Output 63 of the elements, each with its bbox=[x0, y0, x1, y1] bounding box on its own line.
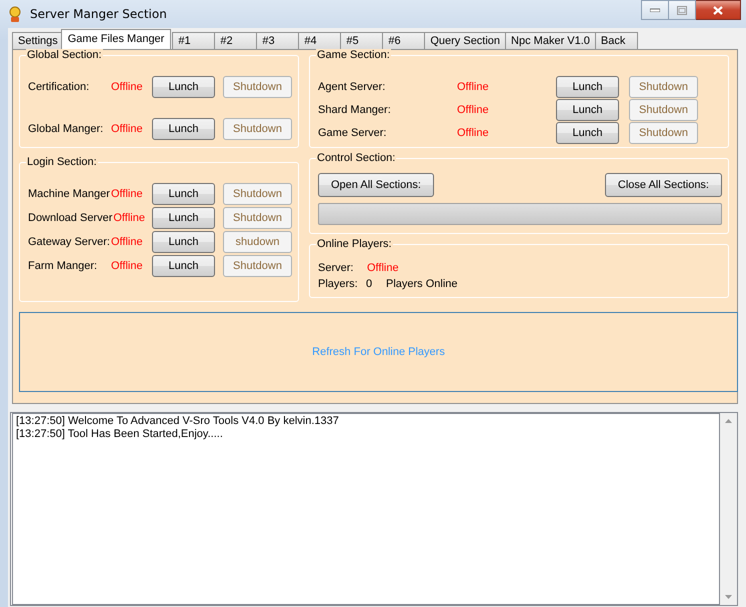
launch-button[interactable]: Lunch bbox=[152, 183, 215, 205]
scroll-down-icon[interactable] bbox=[725, 595, 732, 599]
tab[interactable]: Back bbox=[594, 32, 638, 49]
server-name: Farm Manger: bbox=[28, 260, 98, 272]
scroll-up-icon[interactable] bbox=[725, 419, 732, 423]
launch-button[interactable]: Lunch bbox=[556, 76, 619, 98]
app-icon bbox=[8, 6, 22, 22]
status-text: Offline bbox=[457, 127, 489, 139]
group-title: Online Players: bbox=[316, 238, 393, 250]
status-text: Offline bbox=[457, 104, 489, 116]
server-name: Machine Manger bbox=[28, 188, 110, 200]
status-text: Offline bbox=[111, 260, 143, 272]
server-label: Server: bbox=[318, 262, 354, 274]
minimize-button[interactable] bbox=[641, 0, 669, 20]
group-title: Game Section: bbox=[316, 49, 391, 61]
minimize-icon bbox=[650, 8, 660, 12]
tab[interactable]: #3 bbox=[256, 32, 300, 49]
group-title: Global Section: bbox=[26, 49, 103, 61]
status-text: Offline bbox=[111, 123, 143, 135]
close-button[interactable] bbox=[696, 0, 741, 20]
tab[interactable]: #5 bbox=[340, 32, 384, 49]
tab[interactable]: #4 bbox=[298, 32, 342, 49]
status-text: Offline bbox=[111, 236, 143, 248]
players-online-label: Players Online bbox=[386, 278, 458, 290]
launch-button[interactable]: Lunch bbox=[152, 76, 215, 98]
log-line: [13:27:50] Tool Has Been Started,Enjoy..... bbox=[16, 428, 224, 441]
server-name: Certification: bbox=[28, 81, 90, 93]
close-icon bbox=[713, 6, 723, 14]
status-text: Offline bbox=[457, 81, 489, 93]
launch-button[interactable]: Lunch bbox=[556, 99, 619, 121]
status-text: Offline bbox=[111, 188, 143, 200]
log-line: [13:27:50] Welcome To Advanced V-Sro Tools V4.0 By kelvin.1337 bbox=[16, 415, 340, 428]
tab[interactable]: #1 bbox=[172, 32, 216, 49]
launch-button[interactable]: Lunch bbox=[556, 122, 619, 144]
server-name: Agent Server: bbox=[318, 81, 386, 93]
group-title: Login Section: bbox=[26, 156, 98, 168]
group-title: Control Section: bbox=[316, 152, 396, 164]
status-text: Offline bbox=[113, 212, 145, 224]
players-count: 0 bbox=[366, 278, 374, 290]
server-name: Global Manger: bbox=[28, 123, 104, 135]
tab[interactable]: Settings bbox=[12, 32, 64, 49]
tab[interactable]: #6 bbox=[382, 32, 426, 49]
maximize-button[interactable] bbox=[669, 0, 696, 20]
players-label: Players: bbox=[318, 278, 359, 290]
server-name: Download Server bbox=[28, 212, 112, 224]
tab[interactable]: Query Section bbox=[424, 32, 506, 49]
window-title: Server Manger Section bbox=[30, 7, 167, 21]
launch-button[interactable]: Lunch bbox=[152, 118, 215, 140]
tab[interactable]: Npc Maker V1.0 bbox=[505, 32, 596, 49]
close-all-button[interactable]: Close All Sections: bbox=[604, 173, 722, 197]
status-text: Offline bbox=[111, 81, 143, 93]
maximize-icon bbox=[677, 6, 687, 14]
tab[interactable]: #2 bbox=[214, 32, 258, 49]
tab[interactable]: Game Files Manger bbox=[60, 29, 172, 49]
scrollbar[interactable] bbox=[720, 413, 737, 605]
server-name: Shard Manger: bbox=[318, 104, 392, 116]
launch-button[interactable]: Lunch bbox=[152, 255, 215, 277]
open-all-button[interactable]: Open All Sections: bbox=[318, 173, 434, 197]
status-text: Offline bbox=[367, 262, 399, 274]
server-name: Game Server: bbox=[318, 127, 388, 139]
launch-button[interactable]: Lunch bbox=[152, 207, 215, 229]
server-name: Gateway Server: bbox=[28, 236, 110, 248]
launch-button[interactable]: Lunch bbox=[152, 231, 215, 253]
